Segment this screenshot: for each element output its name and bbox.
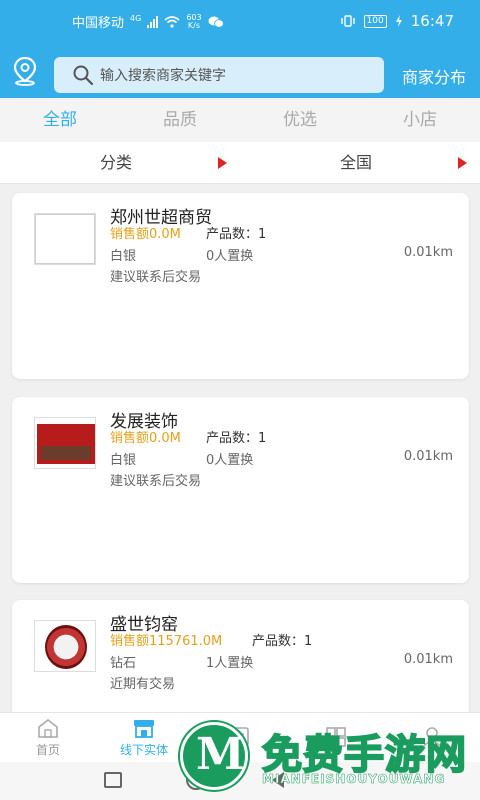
merchant-product-count: 产品数：1 xyxy=(252,634,313,649)
tab-all[interactable]: 全部 xyxy=(0,98,120,142)
nav-offline-store[interactable]: 线下实体 xyxy=(96,713,192,762)
net-speed: 603 K/s xyxy=(186,13,201,30)
search-bar[interactable]: 输入搜索商家关键字 xyxy=(54,57,384,93)
wechat-icon xyxy=(208,16,224,28)
tab-selected[interactable]: 优选 xyxy=(240,98,360,142)
header: 输入搜索商家关键字 商家分布 xyxy=(0,46,480,94)
category-filter[interactable]: 分类 xyxy=(100,142,132,184)
merchant-sales: 销售额115761.0M xyxy=(110,634,223,649)
carrier-label: 中国移动 xyxy=(72,16,125,31)
region-dropdown-icon[interactable] xyxy=(458,157,467,169)
clock: 16:47 xyxy=(410,12,454,30)
merchant-card[interactable]: 郑州世超商贸 销售额0.0M 产品数：1 白银 0人置换 0.01km 建议联系… xyxy=(12,193,469,379)
merchant-distance: 0.01km xyxy=(403,652,453,667)
merchant-note: 近期有交易 xyxy=(110,677,176,692)
merchant-thumbnail xyxy=(34,417,96,469)
recent-apps-button[interactable] xyxy=(104,772,122,788)
watermark-logo xyxy=(180,722,248,790)
merchant-product-count: 产品数：1 xyxy=(206,431,267,446)
merchant-swaps: 0人置换 xyxy=(206,453,254,468)
merchant-note: 建议联系后交易 xyxy=(110,270,202,285)
merchant-swaps: 0人置换 xyxy=(206,249,254,264)
tab-quality[interactable]: 品质 xyxy=(120,98,240,142)
net-speed-unit: K/s xyxy=(187,20,200,30)
merchant-swaps: 1人置换 xyxy=(206,656,254,671)
search-icon xyxy=(73,65,94,86)
category-dropdown-icon[interactable] xyxy=(218,157,227,169)
filter-bar: 分类 全国 xyxy=(0,142,480,184)
watermark: 免费手游网 MIANFEISHOUYOUWANG xyxy=(180,716,480,800)
merchant-product-count: 产品数：1 xyxy=(206,227,267,242)
merchant-distribution-button[interactable]: 商家分布 xyxy=(402,64,466,88)
region-filter[interactable]: 全国 xyxy=(340,142,372,184)
location-pin-icon[interactable] xyxy=(12,56,38,86)
nav-home[interactable]: 首页 xyxy=(0,713,96,762)
merchant-note: 建议联系后交易 xyxy=(110,474,202,489)
merchant-sales: 销售额0.0M xyxy=(110,227,181,242)
top-bar: 中国移动 4G 603 K/s 100 16:47 输入搜索商家关键字 商家分布 xyxy=(0,0,480,98)
merchant-thumbnail xyxy=(34,620,96,672)
merchant-level: 钻石 xyxy=(110,656,137,671)
nav-offline-store-label: 线下实体 xyxy=(119,743,168,757)
vibrate-icon xyxy=(340,15,355,27)
watermark-subtitle: MIANFEISHOUYOUWANG xyxy=(262,772,446,787)
store-icon xyxy=(134,720,154,738)
nav-home-label: 首页 xyxy=(35,743,60,757)
search-input[interactable]: 输入搜索商家关键字 xyxy=(100,65,226,85)
wifi-icon xyxy=(164,15,180,28)
category-tabs: 全部 品质 优选 小店 xyxy=(0,98,480,142)
home-icon xyxy=(38,718,58,738)
signal-icon xyxy=(147,15,159,28)
network-label: 4G xyxy=(130,14,142,23)
status-bar: 中国移动 4G 603 K/s 100 16:47 xyxy=(0,0,480,40)
merchant-distance: 0.01km xyxy=(403,245,453,260)
merchant-thumbnail xyxy=(34,213,96,265)
battery-indicator: 100 xyxy=(363,14,387,28)
merchant-card[interactable]: 发展装饰 销售额0.0M 产品数：1 白银 0人置换 0.01km 建议联系后交… xyxy=(12,397,469,583)
tab-small-shop[interactable]: 小店 xyxy=(360,98,480,142)
merchant-sales: 销售额0.0M xyxy=(110,431,181,446)
merchant-distance: 0.01km xyxy=(403,449,453,464)
charging-icon xyxy=(395,15,402,27)
merchant-level: 白银 xyxy=(110,453,137,468)
merchant-level: 白银 xyxy=(110,249,137,264)
